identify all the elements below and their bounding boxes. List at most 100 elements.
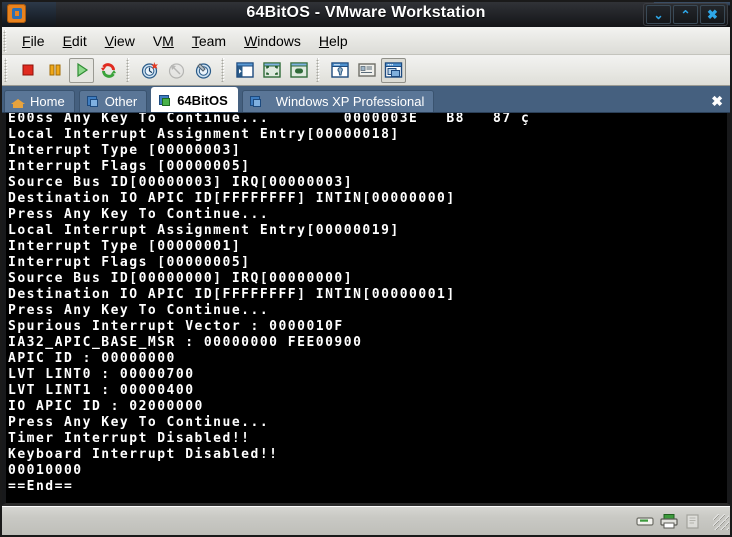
menu-view-post: iew [113,32,135,49]
minimize-icon[interactable]: ⌄ [646,5,671,24]
console-line: Keyboard Interrupt Disabled!! [8,447,279,462]
menu-item-help[interactable]: Help [310,30,357,52]
home-icon [11,95,25,108]
console-line: ==End== [8,479,74,494]
title-bar-shape [44,0,655,27]
tab-other-label: Other [104,94,138,109]
vm-folder-icon [86,95,100,108]
console-line: Press Any Key To Continue... [8,415,270,430]
toolbar-separator [125,58,133,82]
vm-tab-bar: Home Other 64BitOS Windows XP Profession… [0,86,732,113]
menu-help-key: H [318,32,330,49]
toolbar-drag-grip[interactable] [3,58,11,82]
menu-edit-post: dit [71,32,87,49]
snapshot-manager-button[interactable] [191,58,216,83]
console-line: IO APIC ID : 02000000 [8,399,204,414]
reset-button[interactable] [96,58,121,83]
sidebar-panel-icon [235,62,254,78]
show-sidebar-button[interactable] [232,58,257,83]
menu-item-windows[interactable]: Windows [235,30,310,52]
title-bar: 64BitOS - VMware Workstation ⌄ ⌃ ✖ [0,0,732,27]
play-icon [76,62,88,78]
maximize-icon[interactable]: ⌃ [673,5,698,24]
console-line: Interrupt Flags [00000005] [8,159,251,174]
suspend-button[interactable] [42,58,67,83]
snapshot-take-button[interactable] [137,58,162,83]
menu-edit-key: E [62,32,72,49]
menu-team-post: eam [198,32,227,49]
close-tab-icon[interactable]: ✖ [711,94,723,108]
reset-circular-arrows-icon [101,62,116,78]
menu-item-edit[interactable]: Edit [54,30,96,52]
console-line: Timer Interrupt Disabled!! [8,431,251,446]
tab-home-label: Home [30,94,65,109]
console-line: LVT LINT0 : 00000700 [8,367,195,382]
menu-item-team[interactable]: Team [183,30,235,52]
floppy-drive-status-icon[interactable] [635,513,655,531]
menu-team-key: T [191,32,199,49]
status-bar [0,506,732,537]
menu-vm-pre: V [152,32,163,49]
window-controls: ⌄ ⌃ ✖ [643,3,728,26]
snapshot-revert-button[interactable] [164,58,189,83]
vmware-logo-icon[interactable] [7,4,26,23]
vm-console-button[interactable] [381,57,406,83]
close-icon[interactable]: ✖ [700,5,725,24]
power-on-button[interactable] [69,57,94,83]
console-line: IA32_APIC_BASE_MSR : 00000000 FEE00900 [8,335,363,350]
menu-help-post: elp [329,32,348,49]
console-line: Destination IO APIC ID[FFFFFFFF] INTIN[0… [8,191,456,206]
console-line: Spurious Interrupt Vector : 0000010F [8,319,344,334]
summary-window-icon [357,63,376,77]
vm-summary-button[interactable] [354,58,379,83]
printer-status-icon[interactable] [659,513,679,531]
vm-folder-icon [249,95,263,108]
menu-file-key: F [22,32,31,49]
tab-home[interactable]: Home [4,90,75,112]
tab-64bitos[interactable]: 64BitOS [151,87,238,112]
pause-icon [49,64,60,76]
console-line: LVT LINT1 : 00000400 [8,383,195,398]
menu-item-view[interactable]: View [96,30,144,52]
network-adapter-status-icon[interactable] [683,513,703,531]
console-cursor-line [6,495,727,503]
console-line: Destination IO APIC ID[FFFFFFFF] INTIN[0… [8,287,456,302]
vm-settings-button[interactable] [327,58,352,83]
console-line: APIC ID : 00000000 [8,351,176,366]
menu-windows-post: indows [257,32,301,49]
fullscreen-icon [262,62,281,78]
menu-file-post: ile [30,32,45,49]
quick-switch-icon [289,62,308,78]
fullscreen-button[interactable] [259,58,284,83]
quick-switch-button[interactable] [286,58,311,83]
floppy-icon [636,517,654,526]
menu-bar-drag-grip[interactable] [2,29,10,52]
vmware-workstation-window: 64BitOS - VMware Workstation ⌄ ⌃ ✖ File … [0,0,732,537]
toolbar-separator [220,58,228,82]
console-line: Interrupt Type [00000003] [8,143,242,158]
console-line: Press Any Key To Continue... [8,303,270,318]
console-window-icon [384,62,402,78]
menu-windows-key: W [244,32,258,49]
toolbar [0,55,732,86]
console-line: Interrupt Type [00000001] [8,239,242,254]
wrench-window-icon [330,62,349,78]
vm-running-icon [158,94,172,107]
tab-winxp-label: Windows XP Professional [275,94,425,109]
console-line: Source Bus ID[00000003] IRQ[00000003] [8,175,354,190]
console-line: Local Interrupt Assignment Entry[0000001… [8,223,400,238]
tab-other[interactable]: Other [78,90,148,112]
console-line: Press Any Key To Continue... [8,207,270,222]
snapshot-add-icon [141,61,158,79]
guest-console-screen[interactable]: E00ss Any Key To Continue... 0000003E B8… [6,113,727,503]
menu-item-file[interactable]: File [13,30,54,52]
menu-view-key: V [104,32,114,49]
menu-item-vm[interactable]: VM [144,30,183,52]
resize-grip-icon[interactable] [713,514,729,530]
snapshot-revert-icon [168,62,185,79]
tab-windows-xp-professional[interactable]: Windows XP Professional [241,90,435,112]
power-off-button[interactable] [15,58,40,83]
printer-icon [660,514,678,529]
console-line: 00010000 [8,463,83,478]
snapshot-manager-icon [195,62,212,79]
